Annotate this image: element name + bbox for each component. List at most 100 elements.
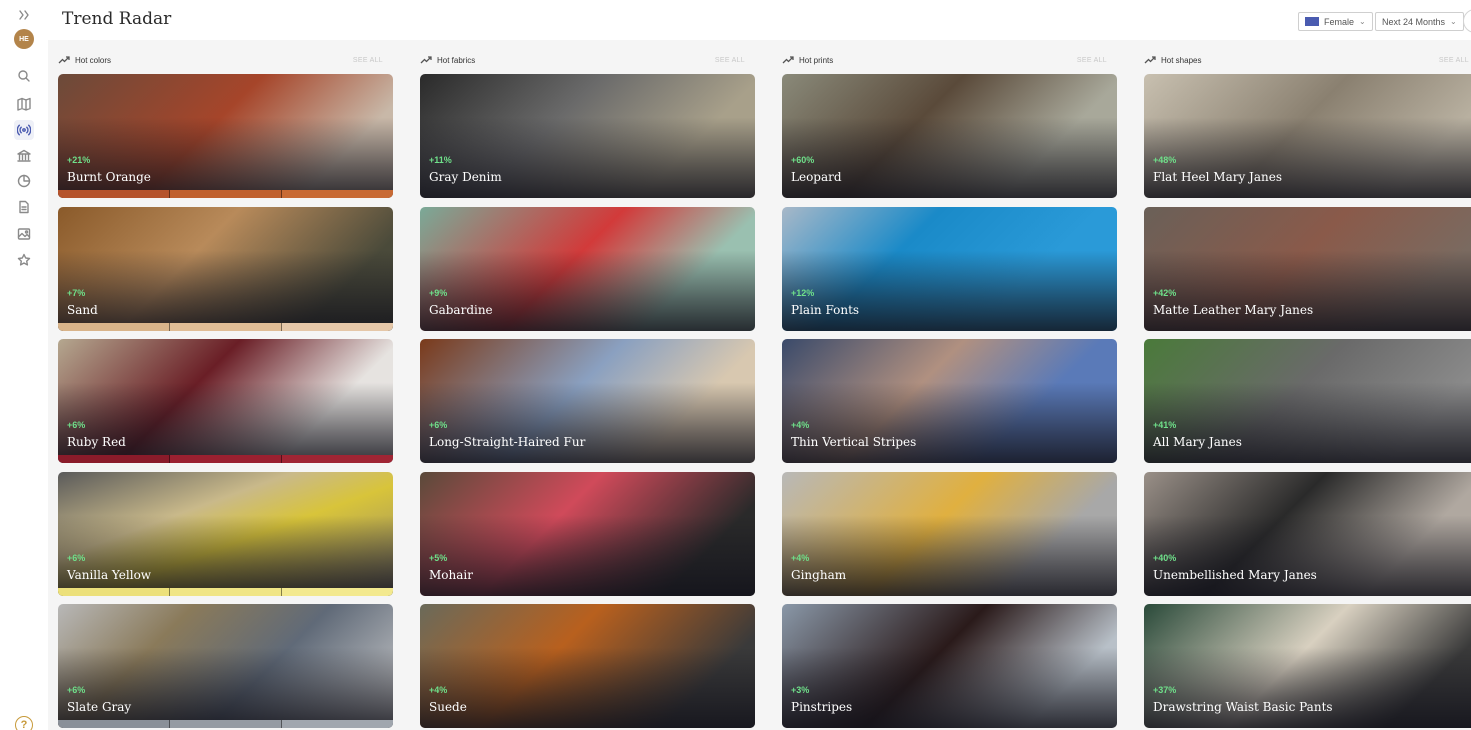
trend-card[interactable]: +48% Flat Heel Mary Janes xyxy=(1144,74,1471,198)
period-select-value: Next 24 Months xyxy=(1382,16,1446,27)
trend-card[interactable]: +37% Drawstring Waist Basic Pants xyxy=(1144,604,1471,728)
trend-card[interactable]: +6% Vanilla Yellow xyxy=(58,472,393,596)
gender-select-value: Female xyxy=(1324,16,1355,27)
trend-card[interactable]: +60% Leopard xyxy=(782,74,1117,198)
color-swatch xyxy=(170,455,282,463)
trend-name: Unembellished Mary Janes xyxy=(1153,568,1317,582)
trend-growth: +4% xyxy=(791,420,810,430)
brand-logo[interactable]: HE xyxy=(14,29,34,49)
trend-name: Matte Leather Mary Janes xyxy=(1153,303,1314,317)
trend-growth: +40% xyxy=(1153,553,1177,563)
trend-card[interactable]: +6% Long-Straight-Haired Fur xyxy=(420,339,755,463)
color-swatch xyxy=(170,720,282,728)
pie-chart-icon[interactable] xyxy=(14,171,34,191)
account-button[interactable] xyxy=(1463,9,1471,33)
trend-card[interactable]: +6% Slate Gray xyxy=(58,604,393,728)
trend-grid: Hot colors SEE ALL +21% Burnt Orange +7% Sand… xyxy=(48,40,1471,730)
card-photo xyxy=(420,604,755,728)
period-select[interactable]: Next 24 Months ⌄ xyxy=(1375,12,1464,31)
image-icon[interactable] xyxy=(14,224,34,244)
document-icon[interactable] xyxy=(14,197,34,217)
trend-card[interactable]: +40% Unembellished Mary Janes xyxy=(1144,472,1471,596)
collapse-icon[interactable] xyxy=(14,5,34,25)
trend-growth: +6% xyxy=(67,420,86,430)
card-photo xyxy=(58,207,393,331)
trend-growth: +7% xyxy=(67,288,86,298)
see-all-link[interactable]: SEE ALL xyxy=(715,57,745,64)
trend-card[interactable]: +3% Pinstripes xyxy=(782,604,1117,728)
trending-up-icon xyxy=(1144,56,1156,64)
trend-card[interactable]: +11% Gray Denim xyxy=(420,74,755,198)
trending-up-icon xyxy=(782,56,794,64)
column-title: Hot colors xyxy=(58,56,111,65)
trend-name: Mohair xyxy=(429,568,473,582)
color-swatch xyxy=(282,323,393,331)
trend-growth: +6% xyxy=(67,685,86,695)
trend-growth: +6% xyxy=(429,420,448,430)
trend-card[interactable]: +9% Gabardine xyxy=(420,207,755,331)
trend-card[interactable]: +6% Ruby Red xyxy=(58,339,393,463)
trend-card[interactable]: +4% Thin Vertical Stripes xyxy=(782,339,1117,463)
trend-growth: +4% xyxy=(429,685,448,695)
column-title-text: Hot prints xyxy=(799,55,834,65)
see-all-link[interactable]: SEE ALL xyxy=(353,57,383,64)
trend-growth: +42% xyxy=(1153,288,1177,298)
color-swatch-bar xyxy=(58,455,393,463)
trend-card[interactable]: +7% Sand xyxy=(58,207,393,331)
help-icon[interactable]: ? xyxy=(15,716,33,730)
trend-name: Burnt Orange xyxy=(67,170,151,184)
trend-name: Drawstring Waist Basic Pants xyxy=(1153,700,1333,714)
column-title: Hot fabrics xyxy=(420,56,475,65)
color-swatch-bar xyxy=(58,588,393,596)
chevron-down-icon: ⌄ xyxy=(1450,17,1457,26)
color-swatch-bar xyxy=(58,720,393,728)
column-header: Hot shapes SEE ALL xyxy=(1144,53,1469,67)
trending-up-icon xyxy=(420,56,432,64)
column-title: Hot prints xyxy=(782,56,833,65)
trend-name: Leopard xyxy=(791,170,842,184)
map-icon[interactable] xyxy=(14,94,34,114)
trend-card[interactable]: +41% All Mary Janes xyxy=(1144,339,1471,463)
color-swatch xyxy=(58,588,170,596)
trend-growth: +21% xyxy=(67,155,91,165)
color-swatch xyxy=(170,190,282,198)
trend-name: Slate Gray xyxy=(67,700,132,714)
gender-select[interactable]: Female ⌄ xyxy=(1298,12,1373,31)
trend-growth: +12% xyxy=(791,288,815,298)
trend-name: Pinstripes xyxy=(791,700,853,714)
trend-card[interactable]: +5% Mohair xyxy=(420,472,755,596)
color-swatch xyxy=(282,455,393,463)
color-swatch xyxy=(170,323,282,331)
color-swatch-bar xyxy=(58,190,393,198)
gender-flag-icon xyxy=(1305,17,1319,26)
color-swatch xyxy=(282,190,393,198)
search-icon[interactable] xyxy=(14,66,34,86)
trend-growth: +60% xyxy=(791,155,815,165)
trend-name: All Mary Janes xyxy=(1153,435,1242,449)
trend-name: Long-Straight-Haired Fur xyxy=(429,435,586,449)
color-swatch xyxy=(58,455,170,463)
radar-icon[interactable] xyxy=(14,120,34,140)
star-icon[interactable] xyxy=(14,250,34,270)
trend-card[interactable]: +42% Matte Leather Mary Janes xyxy=(1144,207,1471,331)
see-all-link[interactable]: SEE ALL xyxy=(1439,57,1469,64)
trend-card[interactable]: +21% Burnt Orange xyxy=(58,74,393,198)
color-swatch xyxy=(170,588,282,596)
trend-growth: +11% xyxy=(429,155,452,165)
page-title: Trend Radar xyxy=(62,9,172,29)
trend-name: Gingham xyxy=(791,568,847,582)
column-title: Hot shapes xyxy=(1144,56,1201,65)
museum-icon[interactable] xyxy=(14,146,34,166)
chevron-down-icon: ⌄ xyxy=(1359,17,1366,26)
color-swatch-bar xyxy=(58,323,393,331)
see-all-link[interactable]: SEE ALL xyxy=(1077,57,1107,64)
column-title-text: Hot colors xyxy=(75,55,112,65)
color-swatch xyxy=(58,190,170,198)
color-swatch xyxy=(58,720,170,728)
trend-growth: +9% xyxy=(429,288,448,298)
trend-card[interactable]: +12% Plain Fonts xyxy=(782,207,1117,331)
trend-name: Vanilla Yellow xyxy=(67,568,152,582)
color-swatch xyxy=(58,323,170,331)
trend-card[interactable]: +4% Gingham xyxy=(782,472,1117,596)
trend-card[interactable]: +4% Suede xyxy=(420,604,755,728)
